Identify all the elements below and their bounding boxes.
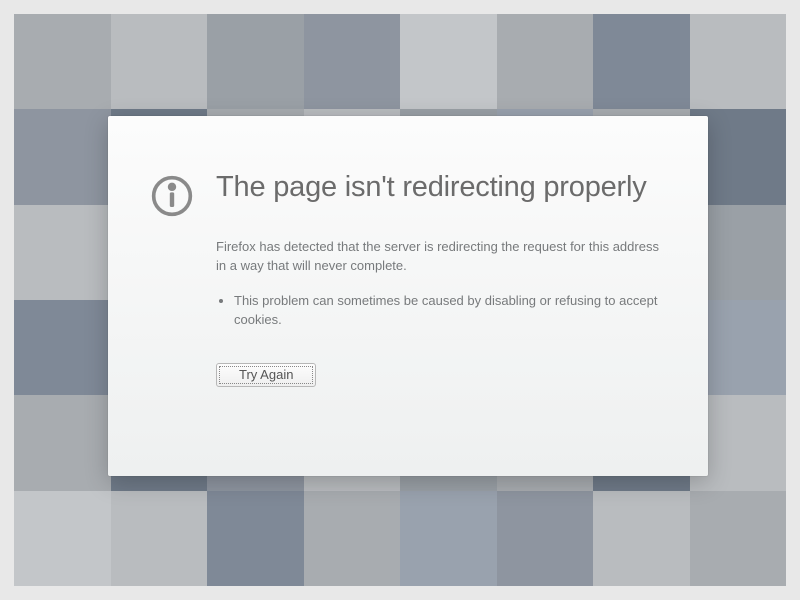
error-suggestion-item: This problem can sometimes be caused by …: [234, 292, 666, 330]
error-page-background: The page isn't redirecting properly Fire…: [14, 14, 786, 586]
error-title: The page isn't redirecting properly: [216, 170, 647, 205]
error-suggestions-list: This problem can sometimes be caused by …: [216, 292, 666, 330]
error-description: Firefox has detected that the server is …: [216, 238, 666, 276]
error-panel: The page isn't redirecting properly Fire…: [108, 116, 708, 476]
try-again-button[interactable]: Try Again: [216, 363, 316, 387]
info-icon: [150, 174, 194, 218]
